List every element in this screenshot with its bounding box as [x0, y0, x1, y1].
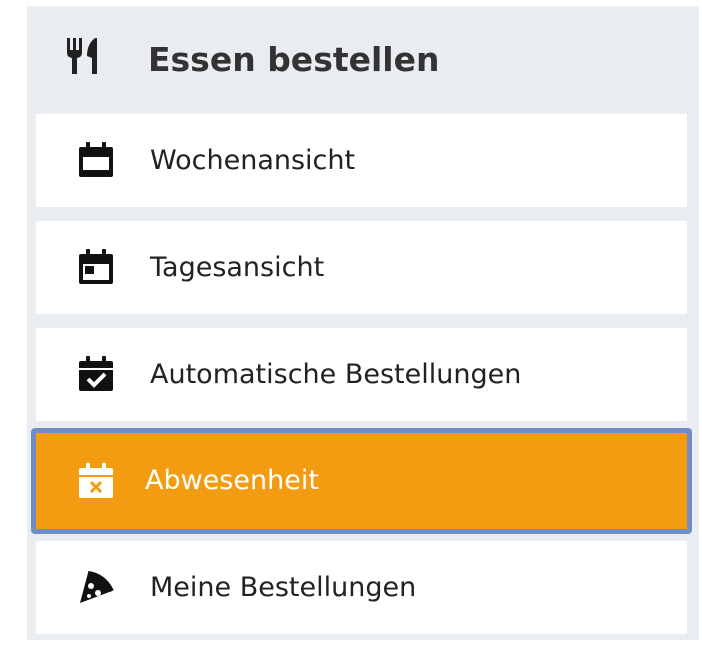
menu-item-label: Automatische Bestellungen: [150, 359, 522, 390]
menu-item-wochenansicht[interactable]: Wochenansicht: [36, 114, 687, 207]
order-food-panel: Essen bestellen Wochenansicht Tagesansic…: [27, 6, 699, 640]
pizza-slice-icon: [76, 567, 116, 607]
menu-item-abwesenheit[interactable]: Abwesenheit: [31, 428, 692, 534]
menu-item-label: Abwesenheit: [145, 465, 319, 496]
menu-item-tagesansicht[interactable]: Tagesansicht: [36, 221, 687, 314]
utensils-icon: [65, 36, 113, 76]
calendar-icon: [76, 140, 116, 180]
calendar-times-icon: [76, 461, 116, 501]
menu-item-label: Wochenansicht: [150, 145, 356, 176]
panel-header: Essen bestellen: [27, 6, 699, 110]
menu-item-meine-bestellungen[interactable]: Meine Bestellungen: [36, 541, 687, 634]
menu-item-label: Tagesansicht: [150, 252, 325, 283]
menu-item-label: Meine Bestellungen: [150, 572, 417, 603]
calendar-day-icon: [76, 247, 116, 287]
panel-title: Essen bestellen: [148, 40, 440, 79]
calendar-check-icon: [76, 354, 116, 394]
menu-item-automatische-bestellungen[interactable]: Automatische Bestellungen: [36, 328, 687, 421]
